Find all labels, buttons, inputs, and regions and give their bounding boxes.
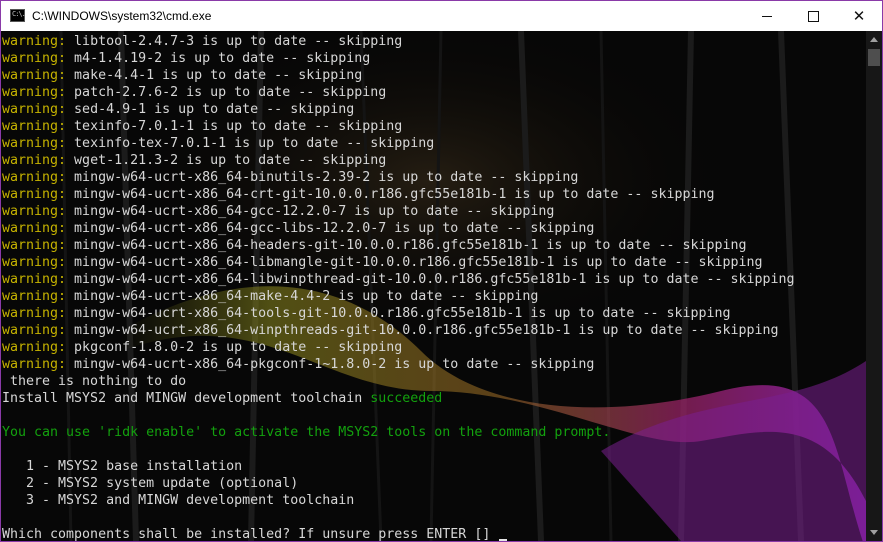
console-line: warning: mingw-w64-ucrt-x86_64-make-4.4-… <box>2 288 795 305</box>
warning-prefix: warning: <box>2 272 67 287</box>
console-line: Which components shall be installed? If … <box>2 526 795 541</box>
warning-prefix: warning: <box>2 289 67 304</box>
maximize-button[interactable] <box>790 1 836 31</box>
console-line: warning: mingw-w64-ucrt-x86_64-binutils-… <box>2 169 795 186</box>
console-line: warning: mingw-w64-ucrt-x86_64-libmangle… <box>2 254 795 271</box>
console-line: warning: pkgconf-1.8.0-2 is up to date -… <box>2 339 795 356</box>
console-line: there is nothing to do <box>2 373 795 390</box>
line-text: mingw-w64-ucrt-x86_64-winpthreads-git-10… <box>66 323 779 338</box>
console-line: 2 - MSYS2 system update (optional) <box>2 475 795 492</box>
line-text: mingw-w64-ucrt-x86_64-crt-git-10.0.0.r18… <box>66 187 715 202</box>
warning-prefix: warning: <box>2 238 67 253</box>
warning-prefix: warning: <box>2 306 67 321</box>
console-line: warning: libtool-2.4.7-3 is up to date -… <box>2 33 795 50</box>
console-line: warning: m4-1.4.19-2 is up to date -- sk… <box>2 50 795 67</box>
warning-prefix: warning: <box>2 119 67 134</box>
line-text: mingw-w64-ucrt-x86_64-gcc-libs-12.2.0-7 … <box>66 221 595 236</box>
scroll-down-button[interactable] <box>866 524 882 541</box>
line-text: 1 - MSYS2 base installation <box>2 459 243 474</box>
line-text: texinfo-7.0.1-1 is up to date -- skippin… <box>66 119 403 134</box>
status-succeeded: succeeded <box>370 391 443 406</box>
console-line: warning: wget-1.21.3-2 is up to date -- … <box>2 152 795 169</box>
line-text: mingw-w64-ucrt-x86_64-tools-git-10.0.0.r… <box>66 306 731 321</box>
warning-prefix: warning: <box>2 170 67 185</box>
console-line: warning: mingw-w64-ucrt-x86_64-winpthrea… <box>2 322 795 339</box>
line-text: mingw-w64-ucrt-x86_64-binutils-2.39-2 is… <box>66 170 579 185</box>
line-text: mingw-w64-ucrt-x86_64-make-4.4-2 is up t… <box>66 289 539 304</box>
line-text: pkgconf-1.8.0-2 is up to date -- skippin… <box>66 340 403 355</box>
console-window: C:\. C:\WINDOWS\system32\cmd.exe ✕ warni… <box>0 0 883 542</box>
title-bar[interactable]: C:\. C:\WINDOWS\system32\cmd.exe ✕ <box>1 1 882 31</box>
console-line: warning: mingw-w64-ucrt-x86_64-gcc-libs-… <box>2 220 795 237</box>
minimize-icon <box>762 15 772 17</box>
line-text: libtool-2.4.7-3 is up to date -- skippin… <box>66 34 403 49</box>
line-text: texinfo-tex-7.0.1-1 is up to date -- ski… <box>66 136 435 151</box>
scroll-thumb[interactable] <box>868 49 880 66</box>
line-text: 3 - MSYS2 and MINGW development toolchai… <box>2 493 355 508</box>
line-text: patch-2.7.6-2 is up to date -- skipping <box>66 85 387 100</box>
warning-prefix: warning: <box>2 323 67 338</box>
close-icon: ✕ <box>852 7 866 25</box>
console-line: warning: make-4.4-1 is up to date -- ski… <box>2 67 795 84</box>
arrow-down-icon <box>870 530 878 535</box>
console-line: warning: mingw-w64-ucrt-x86_64-headers-g… <box>2 237 795 254</box>
line-text: 2 - MSYS2 system update (optional) <box>2 476 299 491</box>
line-text: m4-1.4.19-2 is up to date -- skipping <box>66 51 371 66</box>
scroll-up-button[interactable] <box>866 31 882 48</box>
warning-prefix: warning: <box>2 221 67 236</box>
maximize-icon <box>807 10 819 22</box>
console-lines: warning: libtool-2.4.7-3 is up to date -… <box>2 33 795 541</box>
warning-prefix: warning: <box>2 136 67 151</box>
line-text: there is nothing to do <box>2 374 187 389</box>
window-title: C:\WINDOWS\system32\cmd.exe <box>32 9 212 23</box>
line-text: mingw-w64-ucrt-x86_64-libwinpthread-git-… <box>66 272 795 287</box>
arrow-up-icon <box>870 37 878 42</box>
console-line: 3 - MSYS2 and MINGW development toolchai… <box>2 492 795 509</box>
console-line: warning: mingw-w64-ucrt-x86_64-crt-git-1… <box>2 186 795 203</box>
line-text: mingw-w64-ucrt-x86_64-pkgconf-1~1.8.0-2 … <box>66 357 595 372</box>
warning-prefix: warning: <box>2 255 67 270</box>
close-button[interactable]: ✕ <box>836 1 882 31</box>
vertical-scrollbar[interactable] <box>866 31 882 541</box>
console-line: warning: mingw-w64-ucrt-x86_64-pkgconf-1… <box>2 356 795 373</box>
line-text: mingw-w64-ucrt-x86_64-headers-git-10.0.0… <box>66 238 747 253</box>
warning-prefix: warning: <box>2 153 67 168</box>
warning-prefix: warning: <box>2 204 67 219</box>
console-line: warning: mingw-w64-ucrt-x86_64-libwinpth… <box>2 271 795 288</box>
line-text: make-4.4-1 is up to date -- skipping <box>66 68 363 83</box>
line-text: mingw-w64-ucrt-x86_64-libmangle-git-10.0… <box>66 255 763 270</box>
console-line: warning: mingw-w64-ucrt-x86_64-tools-git… <box>2 305 795 322</box>
console-line: warning: texinfo-tex-7.0.1-1 is up to da… <box>2 135 795 152</box>
console-line: 1 - MSYS2 base installation <box>2 458 795 475</box>
line-text: sed-4.9-1 is up to date -- skipping <box>66 102 355 117</box>
warning-prefix: warning: <box>2 51 67 66</box>
warning-prefix: warning: <box>2 85 67 100</box>
console-line: warning: texinfo-7.0.1-1 is up to date -… <box>2 118 795 135</box>
console-line: warning: mingw-w64-ucrt-x86_64-gcc-12.2.… <box>2 203 795 220</box>
line-text: Install MSYS2 and MINGW development tool… <box>2 391 371 406</box>
minimize-button[interactable] <box>744 1 790 31</box>
warning-prefix: warning: <box>2 357 67 372</box>
console-line: You can use 'ridk enable' to activate th… <box>2 424 795 441</box>
warning-prefix: warning: <box>2 34 67 49</box>
line-text: You can use 'ridk enable' to activate th… <box>2 425 611 440</box>
warning-prefix: warning: <box>2 340 67 355</box>
console-output[interactable]: warning: libtool-2.4.7-3 is up to date -… <box>1 31 866 541</box>
cmd-icon[interactable]: C:\. <box>10 9 26 22</box>
warning-prefix: warning: <box>2 68 67 83</box>
line-text: mingw-w64-ucrt-x86_64-gcc-12.2.0-7 is up… <box>66 204 555 219</box>
text-cursor[interactable] <box>499 539 508 541</box>
console-line: Install MSYS2 and MINGW development tool… <box>2 390 795 407</box>
warning-prefix: warning: <box>2 102 67 117</box>
console-line: warning: patch-2.7.6-2 is up to date -- … <box>2 84 795 101</box>
line-text: Which components shall be installed? If … <box>2 527 499 541</box>
line-text: wget-1.21.3-2 is up to date -- skipping <box>66 153 387 168</box>
warning-prefix: warning: <box>2 187 67 202</box>
console-line: warning: sed-4.9-1 is up to date -- skip… <box>2 101 795 118</box>
